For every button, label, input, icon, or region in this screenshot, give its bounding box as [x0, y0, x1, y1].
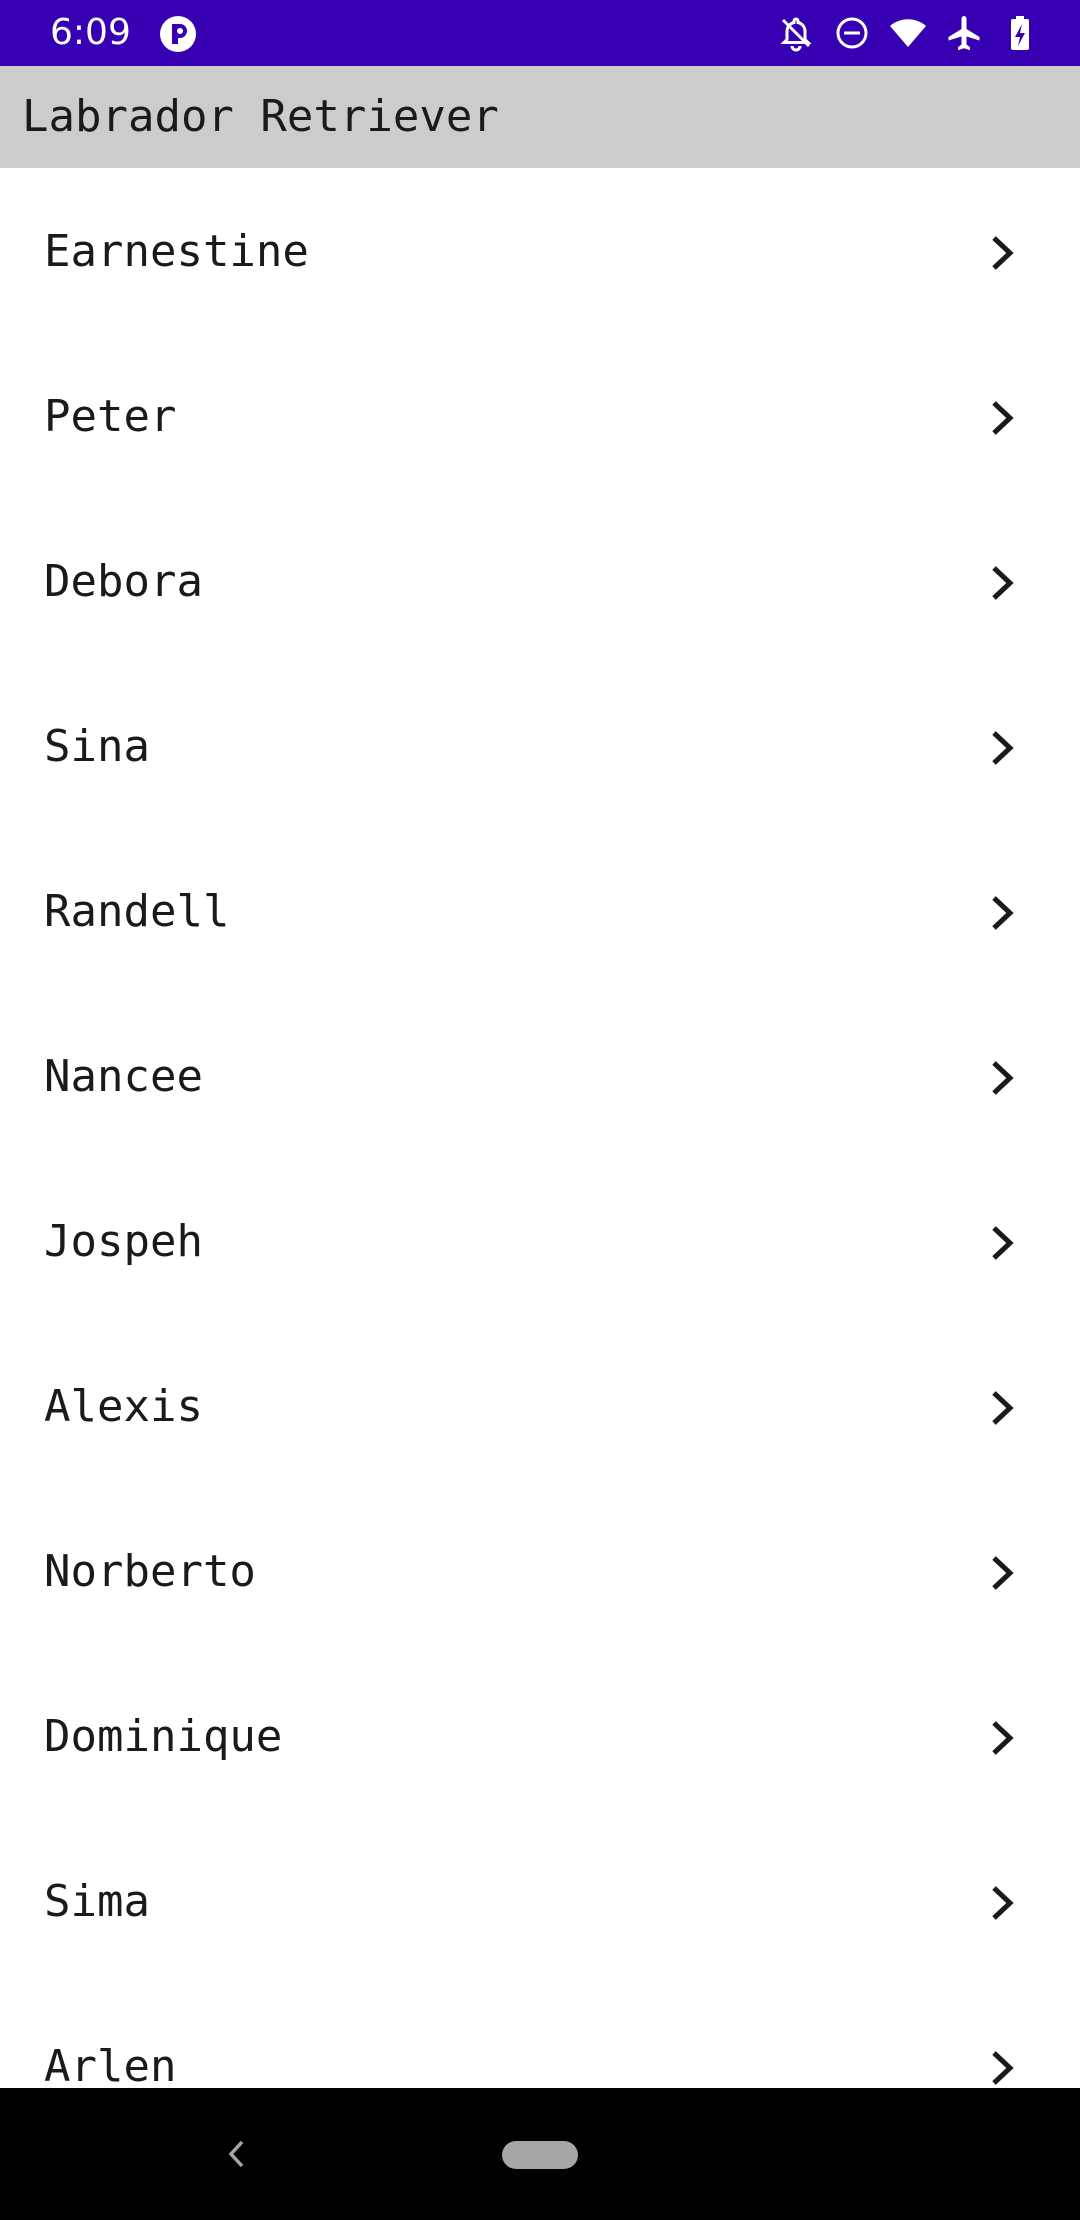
battery-charging-icon — [1011, 16, 1029, 50]
page-title: Labrador Retriever — [22, 91, 499, 142]
chevron-right-icon — [992, 401, 1014, 435]
list-item-label: Alexis — [44, 1381, 203, 1432]
list-item-label: Jospeh — [44, 1216, 203, 1267]
list-item-label: Randell — [44, 886, 230, 937]
list-item-label: Earnestine — [44, 226, 309, 277]
list-item[interactable]: Earnestine — [0, 169, 1080, 334]
list-item-label: Sina — [44, 721, 150, 772]
list-item-label: Dominique — [44, 1711, 283, 1762]
chevron-right-icon — [992, 2051, 1014, 2085]
airplane-mode-icon — [948, 15, 980, 51]
notifications-off-icon — [780, 17, 812, 52]
chevron-right-icon — [992, 1556, 1014, 1590]
chevron-right-icon — [992, 731, 1014, 765]
wifi-icon — [890, 19, 926, 47]
back-icon[interactable] — [222, 2134, 252, 2174]
list-item[interactable]: Sima — [0, 1819, 1080, 1984]
status-icons — [760, 13, 1040, 53]
dog-name-list[interactable]: Earnestine Peter Debora Sina Randell Nan… — [0, 168, 1080, 2088]
list-item-label: Sima — [44, 1876, 150, 1927]
home-pill-icon[interactable] — [502, 2141, 578, 2169]
chevron-right-icon — [992, 566, 1014, 600]
list-item-label: Peter — [44, 391, 177, 442]
chevron-right-icon — [992, 1061, 1014, 1095]
status-time: 6:09 — [50, 12, 131, 53]
list-item[interactable]: Norberto — [0, 1489, 1080, 1654]
list-item[interactable]: Alexis — [0, 1324, 1080, 1489]
navigation-bar — [0, 2088, 1080, 2220]
list-item-label: Norberto — [44, 1546, 256, 1597]
list-item[interactable]: Nancee — [0, 994, 1080, 1159]
do-not-disturb-icon — [836, 17, 868, 49]
chevron-right-icon — [992, 896, 1014, 930]
chevron-right-icon — [992, 1721, 1014, 1755]
status-bar: 6:09 — [0, 0, 1080, 66]
chevron-right-icon — [992, 1226, 1014, 1260]
list-item-label: Debora — [44, 556, 203, 607]
list-item[interactable]: Randell — [0, 829, 1080, 994]
list-item[interactable]: Jospeh — [0, 1159, 1080, 1324]
list-item-label: Nancee — [44, 1051, 203, 1102]
list-item[interactable]: Peter — [0, 334, 1080, 499]
list-item[interactable]: Dominique — [0, 1654, 1080, 1819]
list-item-label: Arlen — [44, 2041, 177, 2088]
list-item[interactable]: Sina — [0, 664, 1080, 829]
list-item[interactable]: Debora — [0, 499, 1080, 664]
chevron-right-icon — [992, 236, 1014, 270]
app-notification-icon — [160, 16, 196, 52]
app-bar: Labrador Retriever — [0, 66, 1080, 168]
chevron-right-icon — [992, 1886, 1014, 1920]
chevron-right-icon — [992, 1391, 1014, 1425]
list-item[interactable]: Arlen — [0, 1984, 1080, 2088]
